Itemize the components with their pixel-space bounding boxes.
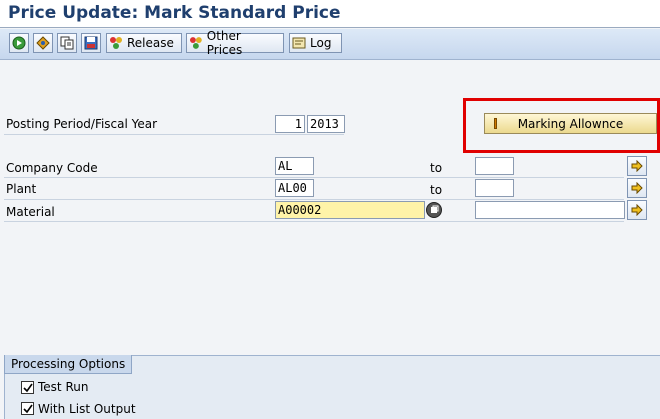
company-code-to-label: to [430,161,443,175]
title-bar: Price Update: Mark Standard Price [0,0,660,28]
variant-icon [36,36,50,50]
checkmark-icon [23,404,33,414]
release-icon [110,37,122,49]
search-help-button[interactable] [426,202,442,218]
checkmark-icon [23,383,33,393]
execute-button[interactable] [9,33,29,53]
plant-from-input[interactable]: AL00 [275,179,314,197]
other-prices-button[interactable]: Other Prices [186,29,284,57]
arrow-right-icon [631,204,643,216]
processing-options-title: Processing Options [4,355,133,374]
page-title: Price Update: Mark Standard Price [8,3,341,23]
company-code-label: Company Code [6,161,98,175]
fiscal-year-input[interactable]: 2013 [307,115,345,133]
divider [4,199,624,200]
divider [4,221,624,222]
posting-period-input[interactable]: 1 [275,115,305,133]
material-multiple-button[interactable] [627,200,647,220]
plant-to-label: to [430,183,443,197]
other-prices-label: Other Prices [206,29,243,57]
material-to-input[interactable] [475,201,625,219]
marking-allowance-label: Marking Allownce [517,117,624,131]
execute-icon [12,36,26,50]
divider [4,177,624,178]
test-run-checkbox[interactable] [21,381,34,394]
company-code-multiple-button[interactable] [627,156,647,176]
material-label: Material [6,205,55,219]
plant-label: Plant [6,182,37,196]
marking-allowance-button[interactable]: Marking Allownce [484,113,657,134]
search-help-icon [431,205,439,213]
arrow-right-icon [631,160,643,172]
posting-period-label: Posting Period/Fiscal Year [6,117,158,131]
arrow-right-icon [631,182,643,194]
application-toolbar: Release Other Prices Log [0,29,660,60]
log-label: Log [310,36,332,50]
copy-icon [60,36,74,50]
company-code-to-input[interactable] [475,157,514,175]
divider [4,134,344,135]
prices-icon [189,37,202,49]
plant-to-input[interactable] [475,179,514,197]
release-label: Release [127,36,174,50]
disk-icon [84,36,98,50]
variant-button[interactable] [33,33,53,53]
test-run-label: Test Run [38,380,89,394]
log-button[interactable]: Log [289,33,342,53]
list-output-label: With List Output [38,402,136,416]
copy-button[interactable] [57,33,77,53]
log-icon [292,37,306,49]
list-output-checkbox[interactable] [21,402,34,415]
company-code-from-input[interactable]: AL [275,157,314,175]
plant-multiple-button[interactable] [627,178,647,198]
material-from-input[interactable]: A00002 [275,201,425,219]
release-button[interactable]: Release [106,33,182,53]
save-variant-button[interactable] [81,33,101,53]
